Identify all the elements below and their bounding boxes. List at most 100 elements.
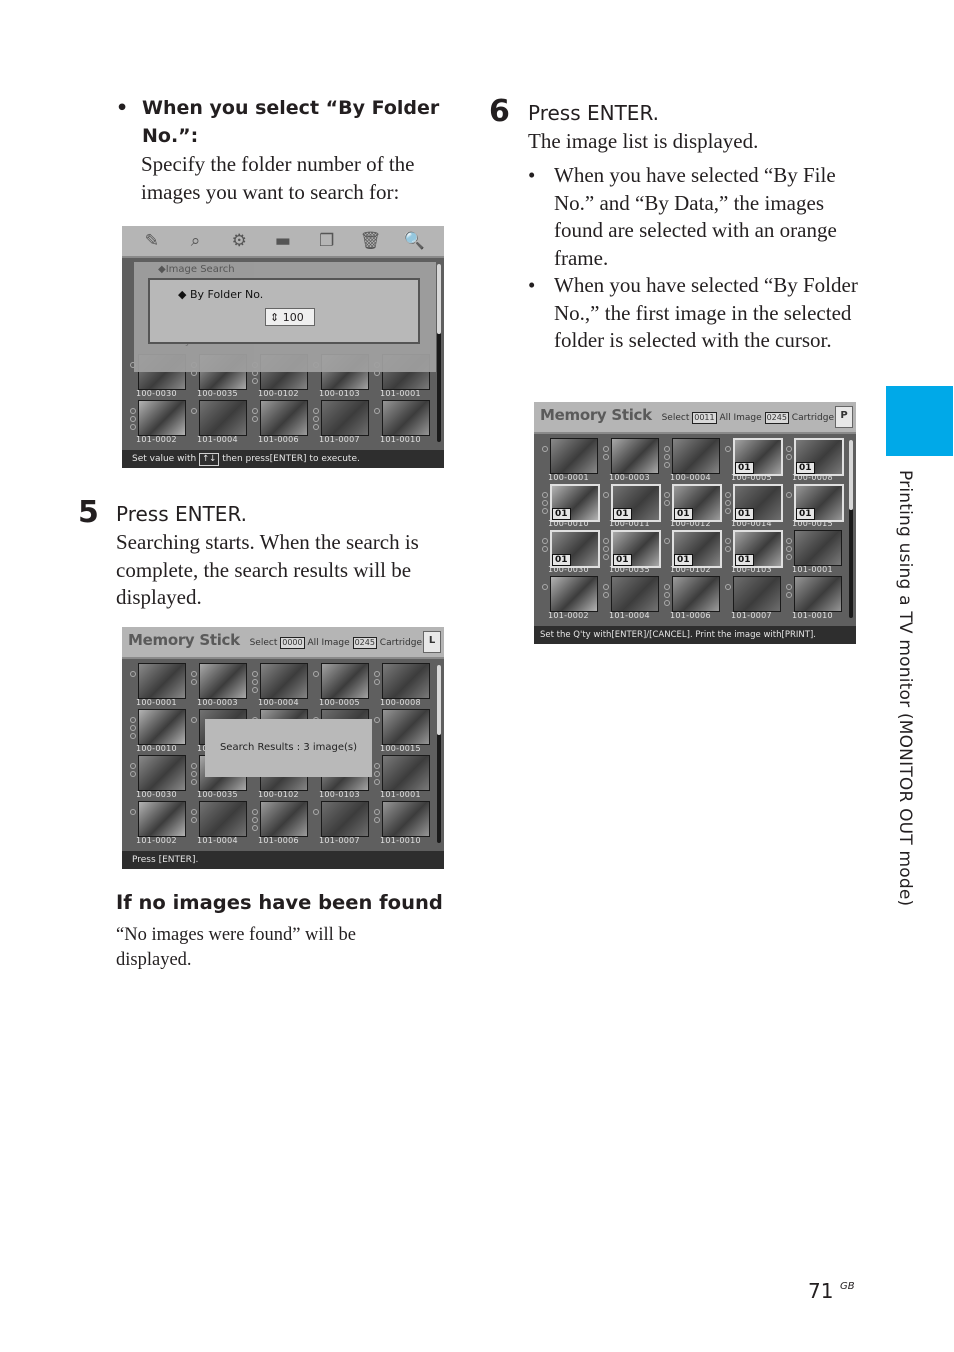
folder-number-stepper[interactable]: ⇕ 100 [265, 308, 315, 326]
thumbnail-item[interactable]: 100-0001 [130, 663, 190, 709]
thumbnail-caption: 101-0001 [380, 790, 421, 799]
toolbox-icon[interactable]: ▬ [271, 231, 295, 251]
thumbnail-image: 01 [611, 484, 661, 522]
cartridge-icon: L [423, 631, 441, 653]
thumbnail-item[interactable]: 101-0004 [191, 801, 251, 847]
indicator-dots [664, 584, 670, 608]
page-number: 71 [808, 1279, 834, 1303]
thumbnail-item[interactable]: 100-0015 [374, 709, 434, 755]
thumbnail-image [260, 400, 308, 436]
thumbnail-item[interactable]: 01 100-0035 [603, 530, 663, 576]
thumbnail-item[interactable]: 100-0030 [130, 755, 190, 801]
thumbnail-item[interactable]: 01 100-0030 [542, 530, 602, 576]
edit-icon[interactable]: ✎ [140, 231, 164, 251]
indicator-dots [374, 671, 380, 687]
thumbnail-item[interactable]: 100-0008 [374, 663, 434, 709]
thumbnail-caption: 101-0004 [609, 611, 650, 620]
section-text: “No images were found” will be displayed… [116, 925, 356, 970]
thumbnail-item[interactable]: 101-0010 [374, 801, 434, 847]
thumbnail-item[interactable]: 101-0010 [786, 576, 846, 622]
thumbnail-caption: 100-0035 [197, 389, 238, 398]
thumbnail-image: 01 [672, 484, 722, 522]
image-search-icon[interactable]: ⌕ [184, 231, 208, 251]
indicator-dots [664, 446, 670, 470]
thumbnail-item[interactable]: 01 100-0014 [725, 484, 785, 530]
thumbnail-item[interactable]: 100-0001 [542, 438, 602, 484]
zoom-icon[interactable]: 🔍 [402, 231, 426, 251]
thumbnail-item[interactable]: 101-0002 [130, 801, 190, 847]
thumbnail-caption: 100-0030 [136, 389, 177, 398]
screen-title: Memory Stick [128, 631, 240, 649]
thumbnail-item[interactable]: 101-0006 [252, 400, 312, 446]
thumbnail-image [611, 576, 659, 612]
thumbnail-image [794, 530, 842, 566]
thumbnail-item[interactable]: 01 100-0011 [603, 484, 663, 530]
thumbnail-caption: 100-0102 [670, 565, 711, 574]
thumbnail-item[interactable]: 01 100-0012 [664, 484, 724, 530]
indicator-dots [725, 584, 731, 592]
screen-title: Memory Stick [540, 406, 652, 424]
thumbnail-item[interactable]: 100-0004 [252, 663, 312, 709]
indicator-dots [130, 809, 136, 817]
thumbnail-image [794, 576, 842, 612]
thumbnail-image [733, 576, 781, 612]
thumbnail-item[interactable]: 101-0007 [313, 801, 373, 847]
trash-icon[interactable]: 🗑 [358, 231, 382, 251]
thumbnail-item[interactable]: 01 100-0005 [725, 438, 785, 484]
step-number: 6 [489, 94, 510, 129]
thumbnail-item[interactable]: 101-0002 [542, 576, 602, 622]
indicator-dots [664, 538, 670, 546]
indicator-dots [130, 671, 136, 679]
thumbnail-item[interactable]: 100-0010 [130, 709, 190, 755]
thumbnail-item[interactable]: 101-0001 [374, 755, 434, 801]
thumbnail-item[interactable]: 100-0004 [664, 438, 724, 484]
thumbnail-item[interactable]: 01 100-0010 [542, 484, 602, 530]
thumbnail-image [550, 438, 598, 474]
indicator-dots [130, 408, 136, 432]
thumbnail-image: 01 [733, 484, 783, 522]
image-counts: Select 0011 All Image 0245 Cartridge [661, 412, 834, 424]
thumbnail-item[interactable]: 101-0001 [786, 530, 846, 576]
scrollbar[interactable] [437, 264, 441, 442]
thumbnail-image [382, 663, 430, 699]
search-results-popup: Search Results : 3 image(s) [205, 719, 372, 777]
thumbnail-item[interactable]: 01 100-0015 [786, 484, 846, 530]
select-count: 0011 [692, 412, 717, 424]
scrollbar[interactable] [437, 665, 441, 843]
thumbnail-caption: 100-0008 [792, 473, 833, 482]
indicator-dots [374, 763, 380, 787]
thumbnail-image: 01 [550, 484, 600, 522]
thumbnail-caption: 101-0004 [197, 435, 238, 444]
bullet-text: Specify the folder number of the images … [141, 152, 415, 204]
indicator-dots [313, 408, 319, 432]
thumbnail-item[interactable]: 101-0007 [725, 576, 785, 622]
copy-icon[interactable]: ❐ [315, 231, 339, 251]
thumbnail-item[interactable]: 100-0005 [313, 663, 373, 709]
thumbnail-item[interactable]: 101-0010 [374, 400, 434, 446]
thumbnail-item[interactable]: 01 100-0102 [664, 530, 724, 576]
thumbnail-image [321, 400, 369, 436]
thumbnail-item[interactable]: 101-0004 [191, 400, 251, 446]
indicator-dots [374, 809, 380, 825]
thumbnail-item[interactable]: 100-0003 [191, 663, 251, 709]
status-bar: Press ENTER. [122, 851, 444, 869]
thumbnail-caption: 101-0002 [548, 611, 589, 620]
scrollbar[interactable] [849, 440, 853, 618]
chapter-tab [886, 386, 953, 456]
indicator-dots [603, 584, 609, 600]
thumbnail-item[interactable]: 100-0003 [603, 438, 663, 484]
step-text: The image list is displayed. [528, 129, 759, 153]
thumbnail-item[interactable]: 01 100-0008 [786, 438, 846, 484]
settings-icon[interactable]: ⚙ [227, 231, 251, 251]
thumbnail-image [138, 755, 186, 791]
thumbnail-item[interactable]: 101-0006 [664, 576, 724, 622]
thumbnail-item[interactable]: 101-0002 [130, 400, 190, 446]
arrow-keys: ↑↓ [199, 453, 220, 466]
indicator-dots [313, 809, 319, 817]
thumbnail-item[interactable]: 101-0004 [603, 576, 663, 622]
thumbnail-item[interactable]: 101-0006 [252, 801, 312, 847]
thumbnail-caption: 101-0006 [258, 836, 299, 845]
thumbnail-item[interactable]: 01 100-0103 [725, 530, 785, 576]
thumbnail-item[interactable]: 101-0007 [313, 400, 373, 446]
thumbnail-caption: 100-0005 [319, 698, 360, 707]
